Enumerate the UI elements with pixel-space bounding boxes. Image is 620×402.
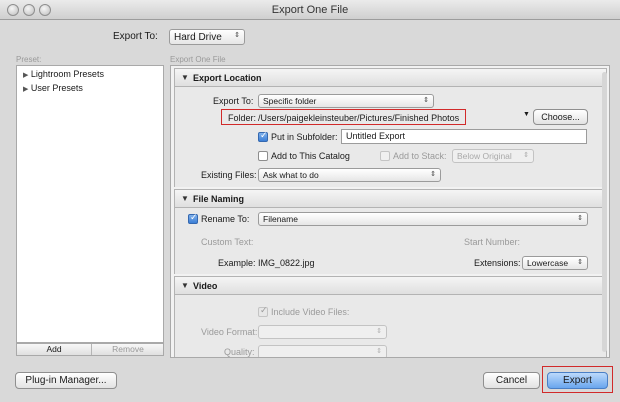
add-to-stack-label: Add to Stack: [393,151,447,161]
rename-to-value: Filename [263,214,298,224]
start-number-label: Start Number: [464,237,521,247]
include-video-label: Include Video Files: [271,307,350,317]
quality-popup[interactable]: ⇕ [258,345,387,357]
popup-arrows-icon: ⇕ [577,259,583,266]
export-button[interactable]: Export [547,372,608,389]
export-to-label: Export To: [113,31,158,42]
add-to-stack-checkbox[interactable] [380,151,390,161]
video-format-popup[interactable]: ⇕ [258,325,387,339]
popup-arrows-icon: ⇕ [376,348,382,355]
video-header[interactable]: ▼ Video [174,276,607,295]
popup-arrows-icon: ⇕ [234,32,240,39]
cancel-button[interactable]: Cancel [483,372,540,389]
extensions-popup[interactable]: Lowercase ⇕ [522,256,588,270]
subfolder-input[interactable]: Untitled Export [341,129,587,144]
popup-arrows-icon: ⇕ [376,328,382,335]
preset-item[interactable]: ▶ Lightroom Presets [23,69,104,79]
folder-history-arrow-icon[interactable]: ▼ [523,111,530,118]
preset-label: Preset: [16,55,42,64]
popup-arrows-icon: ⇕ [523,152,529,159]
remove-preset-button[interactable]: Remove [92,344,164,355]
preset-item[interactable]: ▶ User Presets [23,83,83,93]
add-to-catalog-checkbox[interactable] [258,151,268,161]
export-settings-panel[interactable]: ▼ Export Location Export To: Specific fo… [170,65,610,358]
quality-label: Quality: [224,347,255,357]
stack-position-value: Below Original [457,151,512,161]
extensions-value: Lowercase [527,258,569,268]
add-to-catalog-label: Add to This Catalog [271,151,350,161]
existing-files-value: Ask what to do [263,170,319,180]
disclosure-triangle-icon: ▶ [23,72,29,79]
custom-text-label: Custom Text: [201,237,254,247]
video-format-label: Video Format: [201,327,258,337]
scrollbar[interactable] [602,72,607,352]
section-title: File Naming [193,194,245,204]
folder-path: /Users/paigekleinsteuber/Pictures/Finish… [258,113,460,123]
title-bar: Export One File [0,0,620,20]
stack-position-popup[interactable]: Below Original ⇕ [452,149,534,163]
location-export-to-popup[interactable]: Specific folder ⇕ [258,94,434,108]
section-title: Export Location [193,73,262,83]
existing-files-label: Existing Files: [201,170,257,180]
preset-buttons-bar: Add Remove [16,343,164,356]
window-title: Export One File [271,4,349,16]
popup-arrows-icon: ⇕ [577,215,583,222]
file-naming-header[interactable]: ▼ File Naming [174,189,607,208]
collapse-triangle-icon: ▼ [181,194,189,203]
location-export-to-value: Specific folder [263,96,317,106]
extensions-label: Extensions: [474,258,521,268]
add-preset-button[interactable]: Add [17,344,91,355]
put-in-subfolder-checkbox[interactable] [258,130,268,142]
plugin-manager-button[interactable]: Plug-in Manager... [15,372,117,389]
folder-label: Folder: [228,113,257,123]
rename-to-label: Rename To: [201,214,250,224]
rename-to-checkbox[interactable] [188,212,198,224]
example-label: Example: [218,258,256,268]
put-in-subfolder-label: Put in Subfolder: [271,132,338,142]
collapse-triangle-icon: ▼ [181,73,189,82]
dialog-subtitle: Export One File [170,55,226,64]
section-title: Video [193,281,218,291]
export-to-value: Hard Drive [174,32,222,43]
disclosure-triangle-icon: ▶ [23,86,29,93]
export-location-header[interactable]: ▼ Export Location [174,68,607,87]
location-export-to-label: Export To: [213,96,254,106]
example-filename: IMG_0822.jpg [258,258,315,268]
collapse-triangle-icon: ▼ [181,281,189,290]
preset-list[interactable]: ▶ Lightroom Presets ▶ User Presets [16,65,164,343]
existing-files-popup[interactable]: Ask what to do ⇕ [258,168,441,182]
export-to-popup[interactable]: Hard Drive ⇕ [169,29,245,45]
popup-arrows-icon: ⇕ [430,171,436,178]
include-video-checkbox[interactable] [258,305,268,317]
rename-to-popup[interactable]: Filename ⇕ [258,212,588,226]
choose-folder-button[interactable]: Choose... [533,109,588,125]
popup-arrows-icon: ⇕ [423,97,429,104]
